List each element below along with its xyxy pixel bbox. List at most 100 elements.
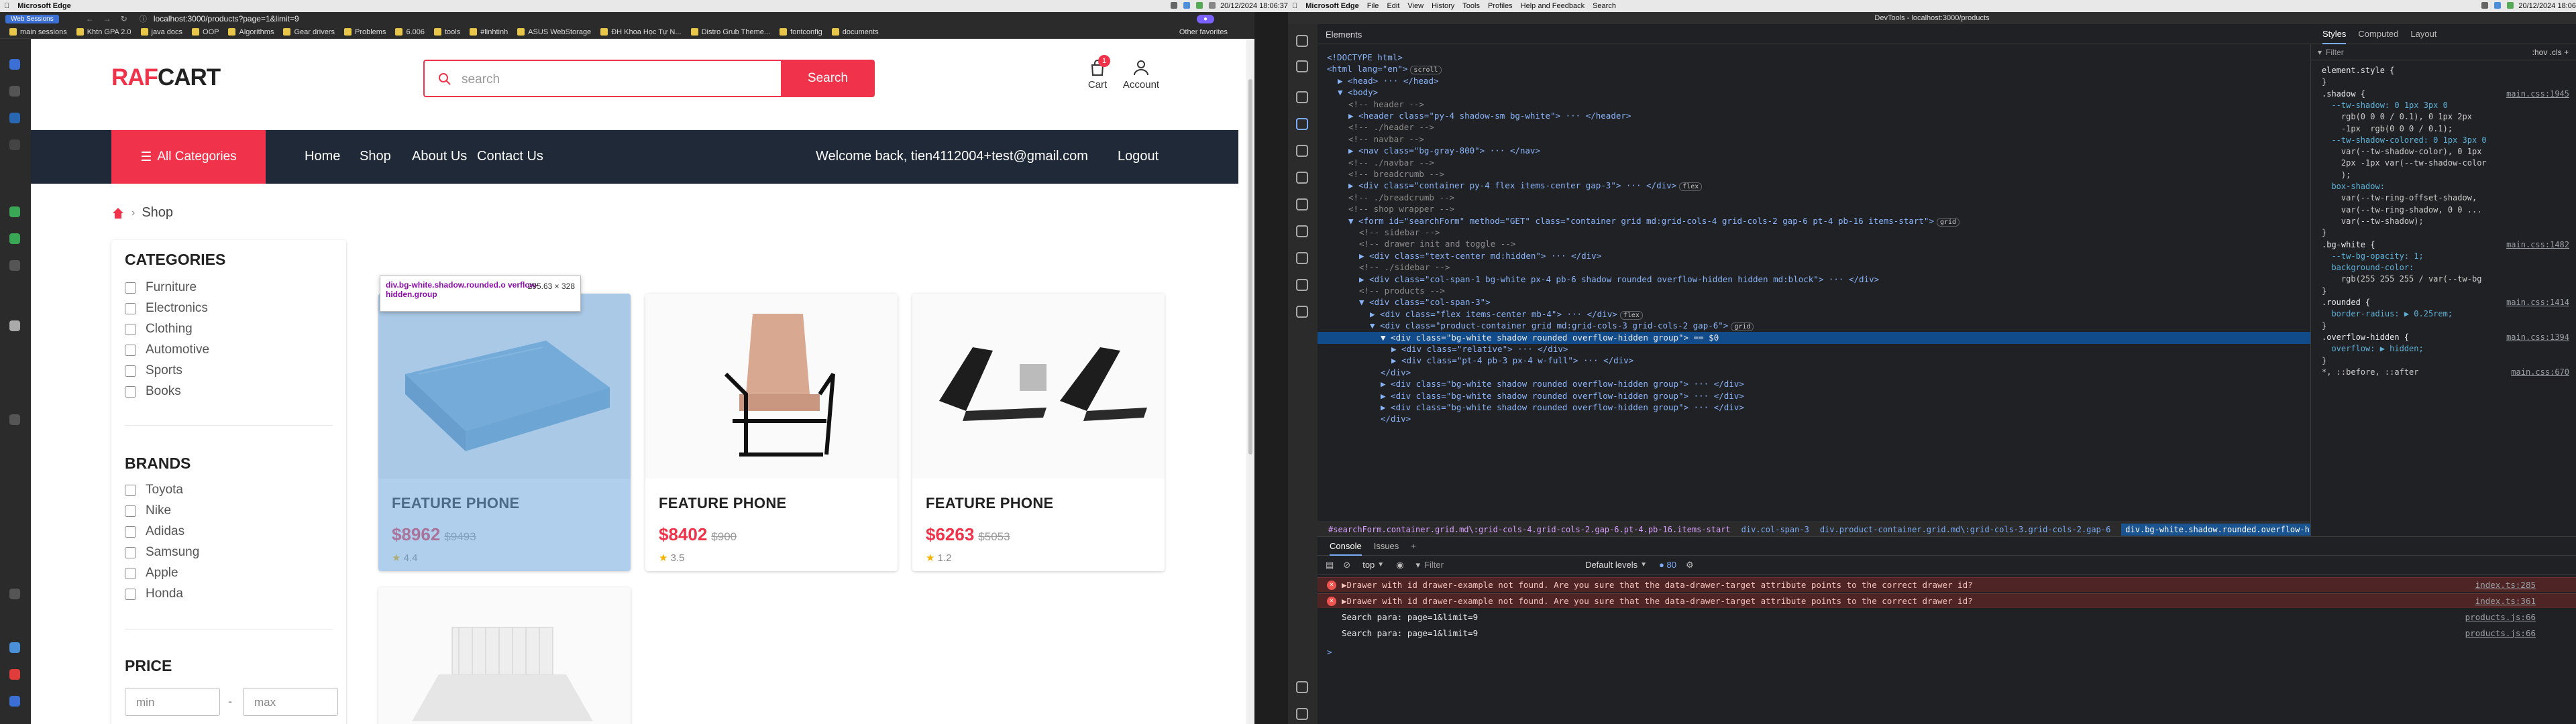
menu-item[interactable]: Profiles	[1488, 2, 1513, 10]
layout-badge[interactable]: scroll	[1410, 66, 1442, 75]
style-source-link[interactable]: main.css:1482	[2506, 240, 2569, 249]
style-rule-line[interactable]: var(--tw-shadow-color), 0 1px	[2322, 147, 2482, 156]
left-menubar-clock[interactable]: 20/12/2024 18:06:37	[1220, 2, 1288, 10]
style-rule-line[interactable]: );	[2322, 170, 2351, 180]
add-tab-icon[interactable]: +	[1411, 541, 1416, 551]
brand-filter-item[interactable]: Samsung	[125, 545, 199, 560]
gear-icon[interactable]	[1296, 708, 1308, 720]
dom-node[interactable]: </div>	[1381, 414, 1411, 424]
dom-breadcrumb-item[interactable]: div.product-container.grid.md\:grid-cols…	[1820, 525, 2110, 534]
tray-icon[interactable]	[1183, 1, 1190, 9]
back-icon[interactable]: ←	[86, 14, 94, 23]
profile-button[interactable]: ●	[1196, 14, 1214, 23]
categorie-filter-item[interactable]: Clothing	[125, 322, 193, 337]
nav-about[interactable]: About Us	[412, 149, 467, 164]
application-icon[interactable]	[1296, 279, 1308, 291]
tab-computed[interactable]: Computed	[2358, 29, 2398, 39]
dom-node[interactable]: ▶ <nav class="bg-gray-800"> ··· </nav>	[1348, 145, 1540, 156]
bookmark-item[interactable]: documents	[831, 28, 879, 36]
style-rule-line[interactable]: background-color:	[2322, 263, 2414, 272]
menu-item[interactable]: View	[1407, 2, 1424, 10]
style-rule-line[interactable]: element.style {	[2322, 66, 2394, 75]
menu-item[interactable]: Tools	[1462, 2, 1480, 10]
sidebar-app-icon[interactable]	[9, 139, 20, 150]
style-rule-line[interactable]: -1px rgb(0 0 0 / 0.1);	[2322, 124, 2453, 133]
nav-shop[interactable]: Shop	[360, 149, 391, 164]
menu-item[interactable]: File	[1367, 2, 1379, 10]
dom-node[interactable]: <!-- products -->	[1359, 286, 1445, 296]
dom-breadcrumb-item[interactable]: div.col-span-3	[1741, 525, 1809, 534]
checkbox[interactable]	[125, 344, 136, 356]
bookmark-item[interactable]: OOP	[192, 28, 219, 36]
categorie-filter-item[interactable]: Books	[125, 384, 181, 399]
categorie-filter-item[interactable]: Electronics	[125, 301, 208, 316]
dom-node[interactable]: ▼ <div class="bg-white shadow rounded ov…	[1381, 333, 1719, 343]
logout-link[interactable]: Logout	[1118, 149, 1159, 164]
address-bar[interactable]: localhost:3000/products?page=1&limit=9	[154, 14, 299, 23]
bookmark-item[interactable]: tools	[433, 28, 460, 36]
console-filter-input[interactable]: Filter	[1424, 560, 1558, 570]
product-image[interactable]	[645, 294, 898, 479]
menu-item[interactable]: Search	[1593, 2, 1616, 10]
style-rule-line[interactable]: rgb(0 0 0 / 0.1), 0 1px 2px	[2322, 112, 2472, 121]
left-menubar-app[interactable]: Microsoft Edge	[17, 2, 70, 10]
style-source-link[interactable]: main.css:1394	[2506, 333, 2569, 342]
dom-node[interactable]: <!-- navbar -->	[1348, 134, 1424, 144]
style-rule-line[interactable]: }	[2322, 321, 2326, 330]
home-icon[interactable]	[111, 206, 125, 220]
tray-icon[interactable]	[1196, 1, 1203, 9]
sidebar-app-icon[interactable]	[9, 589, 20, 599]
sidebar-app-icon[interactable]	[9, 233, 20, 244]
style-rule-line[interactable]: *, ::before, ::after	[2322, 367, 2419, 377]
dom-node[interactable]: <!-- ./breadcrumb -->	[1348, 192, 1454, 202]
console-log[interactable]: Search para: page=1&limit=9 products.js:6…	[1318, 609, 2576, 624]
page-scrollbar[interactable]	[1246, 39, 1254, 724]
product-title[interactable]: FEATURE PHONE	[926, 495, 1054, 512]
dom-node[interactable]: ▶ <head> ··· </head>	[1338, 76, 1439, 86]
inspect-icon[interactable]	[1296, 35, 1308, 47]
console-source-link[interactable]: index.ts:361	[2475, 596, 2536, 606]
checkbox[interactable]	[125, 385, 136, 398]
style-rule-line[interactable]: .bg-white {	[2322, 240, 2375, 249]
tray-icon[interactable]	[2481, 1, 2489, 9]
bookmark-item[interactable]: Problems	[343, 28, 386, 36]
console-icon[interactable]	[1296, 145, 1308, 157]
tab-styles[interactable]: Styles	[2322, 29, 2347, 44]
bookmark-item[interactable]: main sessions	[9, 28, 67, 36]
dom-node[interactable]: ▼ <div class="product-container grid md:…	[1370, 320, 1754, 332]
brand-filter-item[interactable]: Adidas	[125, 524, 184, 539]
dom-node[interactable]: <!DOCTYPE html>	[1327, 52, 1403, 62]
dom-node[interactable]: ▼ <form id="searchForm" method="GET" cla…	[1348, 216, 1960, 227]
dom-node[interactable]: ▶ <div class="col-span-1 bg-white px-4 p…	[1359, 274, 1879, 284]
help-icon[interactable]	[1296, 681, 1308, 693]
categorie-filter-item[interactable]: Sports	[125, 363, 182, 378]
dom-node[interactable]: ▶ <div class="bg-white shadow rounded ov…	[1381, 402, 1744, 412]
device-icon[interactable]	[1296, 60, 1308, 72]
product-card[interactable]	[378, 587, 631, 724]
tray-icon[interactable]	[1209, 1, 1216, 9]
right-menubar-clock[interactable]: 20/12/2024 18:06	[2518, 2, 2576, 10]
styles-toggles[interactable]: :hov .cls +	[2532, 48, 2569, 57]
style-rule-line[interactable]: overflow: ▶ hidden;	[2322, 344, 2423, 353]
console-source-link[interactable]: index.ts:285	[2475, 580, 2536, 590]
tab-layout[interactable]: Layout	[2410, 29, 2436, 39]
menu-item[interactable]: Edit	[1387, 2, 1399, 10]
console-source-link[interactable]: products.js:66	[2465, 612, 2536, 622]
style-source-link[interactable]: main.css:1945	[2506, 89, 2569, 99]
bookmark-item[interactable]: ĐH Khoa Học Tự N...	[600, 28, 682, 36]
browser-tab[interactable]: Web Sessions	[5, 14, 59, 23]
style-rule-line[interactable]: .shadow {	[2322, 89, 2365, 99]
style-rule-line[interactable]: border-radius: ▶ 0.25rem;	[2322, 309, 2453, 318]
style-rule-line[interactable]: .overflow-hidden {	[2322, 333, 2409, 342]
home-icon[interactable]	[1296, 91, 1308, 103]
style-rule-line[interactable]: box-shadow:	[2322, 182, 2384, 191]
style-source-link[interactable]: main.css:670	[2511, 367, 2569, 377]
checkbox[interactable]	[125, 484, 136, 496]
brand-filter-item[interactable]: Toyota	[125, 483, 183, 497]
dom-node[interactable]: <html lang="en"> scroll	[1327, 64, 1442, 75]
categorie-filter-item[interactable]: Automotive	[125, 343, 209, 357]
style-rule-line[interactable]: var(--tw-shadow);	[2322, 217, 2424, 226]
brand-filter-item[interactable]: Honda	[125, 587, 183, 601]
scrollbar-thumb[interactable]	[1248, 79, 1252, 455]
product-card[interactable]: FEATURE PHONE $8402 $900 ★ 3.5	[645, 294, 898, 571]
